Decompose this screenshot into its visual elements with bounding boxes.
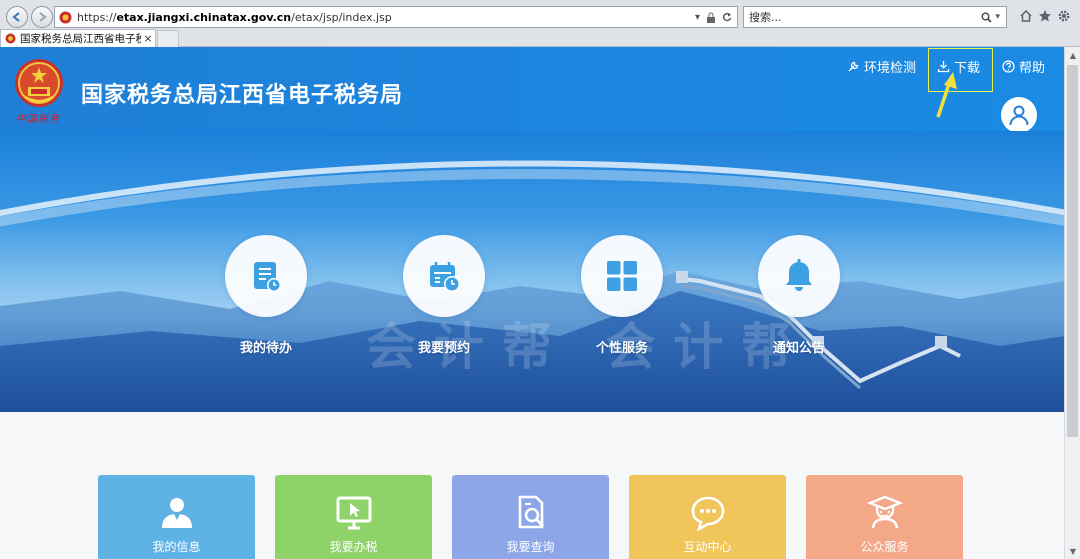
help-question-icon	[1002, 60, 1015, 73]
dropdown-icon[interactable]: ▾	[695, 12, 700, 23]
grid-tiles-icon	[607, 261, 637, 291]
wrench-icon	[848, 61, 859, 72]
search-tools: ▾	[981, 12, 1006, 23]
scroll-down-icon[interactable]: ▼	[1065, 543, 1080, 559]
tab-close-icon[interactable]: ×	[141, 32, 155, 45]
national-emblem-icon	[15, 59, 63, 107]
quick-item-label: 我要预约	[417, 341, 470, 356]
refresh-icon[interactable]	[722, 12, 732, 22]
quick-item-circle[interactable]	[403, 235, 485, 317]
site-title: 国家税务总局江西省电子税务局	[81, 83, 404, 108]
new-tab-button[interactable]	[157, 30, 179, 47]
back-button[interactable]	[6, 6, 28, 28]
home-icon[interactable]	[1018, 8, 1034, 24]
quick-item-label: 通知公告	[772, 341, 825, 356]
quick-item-personal-service[interactable]: 个性服务	[580, 235, 664, 356]
card-public-service[interactable]: 公众服务	[806, 475, 963, 559]
help-link[interactable]: 帮助	[1002, 57, 1045, 76]
url-text: https://etax.jiangxi.chinatax.gov.cn/eta…	[77, 10, 392, 24]
card-label: 我要办税	[329, 540, 378, 554]
back-arrow-icon	[12, 12, 20, 22]
chat-bubble-icon	[691, 496, 724, 532]
scroll-thumb[interactable]	[1067, 65, 1078, 437]
hero-banner: 会计帮 会计帮 我的待办 我要预约 个性服务 通知公告	[0, 131, 1064, 412]
card-icon-wrap	[334, 493, 374, 533]
tab-favicon-icon	[5, 33, 16, 44]
search-dropdown-icon[interactable]: ▾	[995, 12, 1000, 22]
help-label: 帮助	[1019, 61, 1046, 76]
monitor-cursor-icon	[336, 496, 371, 530]
quick-item-notice[interactable]: 通知公告	[757, 235, 841, 356]
customer-service-icon	[866, 495, 903, 529]
quick-item-circle[interactable]	[758, 235, 840, 317]
forward-arrow-icon	[39, 12, 47, 22]
quick-item-circle[interactable]	[581, 235, 663, 317]
browser-chrome: https://etax.jiangxi.chinatax.gov.cn/eta…	[0, 0, 1080, 47]
card-label: 我要查询	[506, 540, 555, 554]
user-avatar-icon	[1009, 105, 1029, 126]
site-content: 中国税务 国家税务总局江西省电子税务局 环境检测 下载 帮助 会计帮 会计帮 我…	[0, 47, 1064, 559]
card-icon-wrap	[511, 493, 551, 533]
emblem-caption: 中国税务	[16, 114, 60, 125]
quick-item-circle[interactable]	[225, 235, 307, 317]
app-root: https://etax.jiangxi.chinatax.gov.cn/eta…	[0, 0, 1080, 559]
card-icon-wrap	[688, 493, 728, 533]
address-bar[interactable]: https://etax.jiangxi.chinatax.gov.cn/eta…	[54, 6, 738, 28]
card-label: 我的信息	[152, 540, 201, 554]
quick-item-label: 个性服务	[595, 341, 648, 356]
forward-button[interactable]	[31, 6, 53, 28]
lock-icon[interactable]	[706, 12, 716, 23]
tab-title: 国家税务总局江西省电子税...	[20, 33, 141, 45]
card-interaction[interactable]: 互动中心	[629, 475, 786, 559]
search-icon[interactable]	[981, 12, 993, 23]
annotation-arrow-icon	[936, 72, 957, 118]
scroll-up-icon[interactable]: ▲	[1065, 47, 1080, 63]
browser-tab[interactable]: 国家税务总局江西省电子税... ×	[0, 29, 156, 47]
address-tools: ▾	[695, 12, 737, 23]
card-file-tax[interactable]: 我要办税	[275, 475, 432, 559]
env-check-label: 环境检测	[864, 61, 917, 76]
site-favicon-icon	[59, 11, 72, 23]
todo-list-icon	[254, 262, 281, 292]
search-input[interactable]: 搜索...	[749, 9, 981, 25]
user-icon	[161, 498, 192, 528]
service-cards-section: 我的信息 我要办税 我要查询 互动中心 公众服务	[0, 412, 1064, 559]
card-icon-wrap	[157, 493, 197, 533]
card-query[interactable]: 我要查询	[452, 475, 609, 559]
site-header: 中国税务 国家税务总局江西省电子税务局 环境检测 下载 帮助	[0, 47, 1064, 156]
calendar-clock-icon	[430, 262, 460, 292]
search-box[interactable]: 搜索... ▾	[743, 6, 1007, 28]
quick-item-todo[interactable]: 我的待办	[224, 235, 308, 356]
quick-item-label: 我的待办	[239, 341, 292, 356]
login-avatar[interactable]	[1001, 97, 1037, 133]
document-search-icon	[518, 495, 544, 529]
settings-gear-icon[interactable]	[1056, 8, 1072, 24]
card-my-info[interactable]: 我的信息	[98, 475, 255, 559]
bell-icon	[786, 259, 812, 291]
favorites-star-icon[interactable]	[1037, 8, 1053, 24]
card-label: 公众服务	[860, 540, 909, 554]
quick-item-appointment[interactable]: 我要预约	[402, 235, 486, 356]
card-icon-wrap	[865, 493, 905, 533]
page-scrollbar[interactable]: ▲ ▼	[1064, 47, 1080, 559]
env-check-link[interactable]: 环境检测	[847, 57, 916, 76]
card-label: 互动中心	[683, 540, 732, 554]
